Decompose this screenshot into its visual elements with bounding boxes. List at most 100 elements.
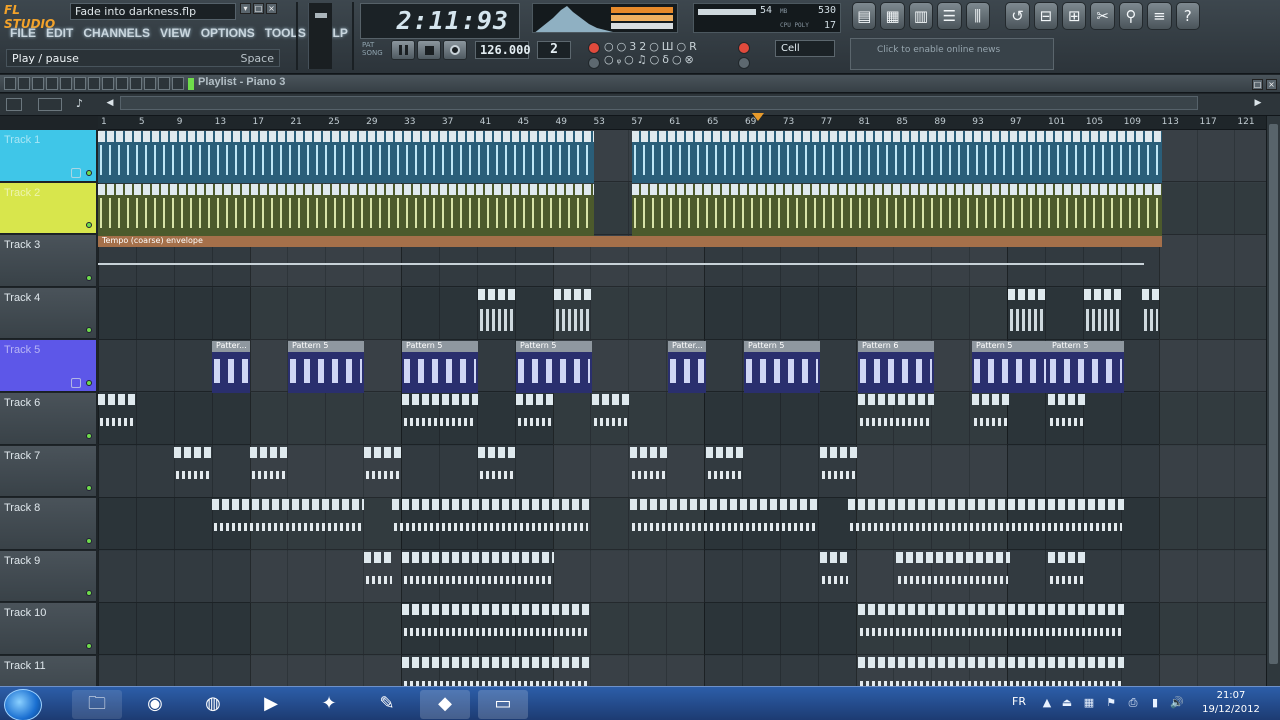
notes-icon[interactable]: ≡ — [1147, 2, 1172, 30]
track-header[interactable]: Track 10 — [0, 603, 96, 655]
restore-icon[interactable]: □ — [253, 3, 264, 14]
playlist-window-icon[interactable]: ▤ — [852, 2, 877, 30]
draw-tool-icon[interactable] — [32, 77, 44, 90]
volume-icon[interactable]: 🔊 — [1170, 696, 1184, 710]
track-mute-led[interactable] — [86, 169, 92, 176]
close-icon[interactable]: × — [266, 3, 277, 14]
arrow-tool-icon[interactable] — [158, 77, 170, 90]
playlist-menu-icon[interactable] — [4, 77, 16, 90]
record-mode-led[interactable] — [588, 42, 600, 54]
network-icon[interactable]: ▦ — [1082, 696, 1096, 710]
pattern-clip[interactable] — [478, 288, 516, 341]
delete-tool-icon[interactable] — [60, 77, 72, 90]
stop-button[interactable] — [417, 40, 441, 60]
step-sequencer-icon[interactable]: ▦ — [880, 2, 905, 30]
pattern-clip[interactable] — [98, 394, 136, 446]
tray-expand-icon[interactable]: ▲ — [1040, 696, 1054, 710]
pattern-clip[interactable] — [820, 446, 858, 499]
fl-studio-taskbar-icon[interactable]: ◆ — [420, 690, 470, 719]
search-icon[interactable]: ⚲ — [1118, 2, 1144, 30]
pattern-clip[interactable] — [972, 394, 1010, 446]
menu-view[interactable]: VIEW — [158, 26, 193, 44]
pattern-clip[interactable] — [1142, 288, 1160, 341]
language-indicator[interactable]: FR — [1012, 695, 1026, 708]
playlist-close-icon[interactable]: × — [1266, 79, 1277, 90]
pattern-clip[interactable]: Pattern 5 — [402, 341, 478, 394]
chrome-icon[interactable]: ◉ — [130, 690, 180, 719]
scroll-right-icon[interactable]: ▶ — [1252, 98, 1264, 110]
metronome-led[interactable] — [738, 57, 750, 69]
pattern-clip[interactable] — [402, 657, 592, 686]
start-button[interactable] — [4, 689, 42, 720]
playlist-grid[interactable]: Tempo (coarse) envelope Patter... Pattern … — [98, 130, 1266, 686]
help-icon[interactable]: ? — [1175, 2, 1200, 30]
pattern-clip[interactable]: Pattern 5 — [1048, 341, 1124, 394]
pattern-clip[interactable] — [630, 446, 668, 499]
lock-icon[interactable] — [71, 167, 81, 178]
snap-selector[interactable]: Cell — [775, 40, 835, 57]
view-tool-icon[interactable] — [172, 77, 184, 90]
pattern-clip[interactable] — [174, 446, 212, 499]
track-header[interactable]: Track 9 — [0, 550, 96, 603]
pattern-clip[interactable] — [820, 551, 850, 604]
magnet-icon[interactable] — [18, 77, 30, 90]
snap-tool-icon[interactable] — [144, 77, 156, 90]
track-options-icon[interactable] — [6, 98, 22, 111]
pattern-clip[interactable] — [632, 183, 1162, 236]
loop-led[interactable] — [588, 57, 600, 69]
pattern-clip[interactable]: Tempo (coarse) envelope — [98, 236, 1162, 288]
menu-channels[interactable]: CHANNELS — [81, 26, 152, 44]
minimize-icon[interactable]: ▾ — [240, 3, 251, 14]
playlist-title[interactable]: Playlist - Piano 3 — [198, 76, 285, 88]
track-mute-led[interactable] — [86, 432, 92, 439]
zoom-tool-icon[interactable] — [116, 77, 128, 90]
browser-icon[interactable]: ☰ — [937, 2, 962, 30]
bar-ruler[interactable]: 1 5 9 13 17 21 25 29 33 37 41 45 49 53 57 61 65 69 73 77 81 8… — [98, 116, 1266, 130]
window-taskbar-icon[interactable]: ▭ — [478, 690, 528, 719]
link-icon[interactable] — [38, 98, 62, 111]
record-button[interactable] — [443, 40, 467, 60]
track-mute-led[interactable] — [86, 379, 92, 386]
pattern-clip[interactable]: Pattern 5 — [288, 341, 364, 394]
pattern-clip[interactable] — [858, 657, 1124, 686]
track-mute-led[interactable] — [86, 222, 92, 229]
pattern-clip[interactable] — [364, 551, 394, 604]
track-mute-led[interactable] — [86, 590, 92, 597]
pattern-clip[interactable] — [402, 604, 592, 656]
pattern-clip[interactable] — [858, 604, 1124, 656]
pattern-clip[interactable]: Pattern 6 — [858, 341, 934, 394]
explorer-icon[interactable]: 🗀 — [72, 690, 122, 719]
pattern-song-switch[interactable]: PAT SONG — [362, 41, 386, 61]
track-mute-led[interactable] — [86, 537, 92, 544]
pattern-clip[interactable] — [592, 394, 630, 446]
horizontal-scrollbar[interactable] — [120, 96, 1198, 110]
undo-icon[interactable]: ↺ — [1005, 2, 1030, 30]
pattern-clip[interactable]: Patter... — [668, 341, 706, 394]
master-volume-slider[interactable] — [308, 3, 332, 69]
track-header[interactable]: Track 6 — [0, 393, 96, 445]
internet-icon[interactable]: ◍ — [188, 690, 238, 719]
pattern-clip[interactable] — [554, 288, 592, 341]
play-button[interactable] — [391, 40, 415, 60]
menu-file[interactable]: FILE — [8, 26, 38, 44]
track-mute-led[interactable] — [86, 485, 92, 492]
pattern-clip[interactable] — [98, 183, 594, 236]
pattern-clip[interactable] — [212, 499, 364, 551]
playlist-maximize-icon[interactable]: □ — [1252, 79, 1263, 90]
pattern-clip[interactable] — [364, 446, 402, 499]
pattern-clip[interactable] — [402, 394, 478, 446]
save-icon[interactable]: ⊟ — [1033, 2, 1059, 30]
pattern-clip[interactable] — [516, 394, 554, 446]
pattern-clip[interactable]: Pattern 5 — [516, 341, 592, 394]
pattern-clip[interactable] — [478, 446, 516, 499]
pattern-clip[interactable]: Pattern 5 — [744, 341, 820, 394]
pattern-clip[interactable] — [250, 446, 288, 499]
flag-icon[interactable]: ⚑ — [1104, 696, 1118, 710]
tools-icon[interactable]: ✂ — [1090, 2, 1115, 30]
tempo-field[interactable]: 126.000 — [475, 41, 531, 59]
track-mute-led[interactable] — [86, 327, 92, 334]
pattern-clip[interactable]: Patter... — [212, 341, 250, 394]
pattern-clip[interactable] — [896, 551, 1010, 604]
playhead-marker[interactable] — [752, 113, 764, 121]
select-tool-icon[interactable] — [102, 77, 114, 90]
